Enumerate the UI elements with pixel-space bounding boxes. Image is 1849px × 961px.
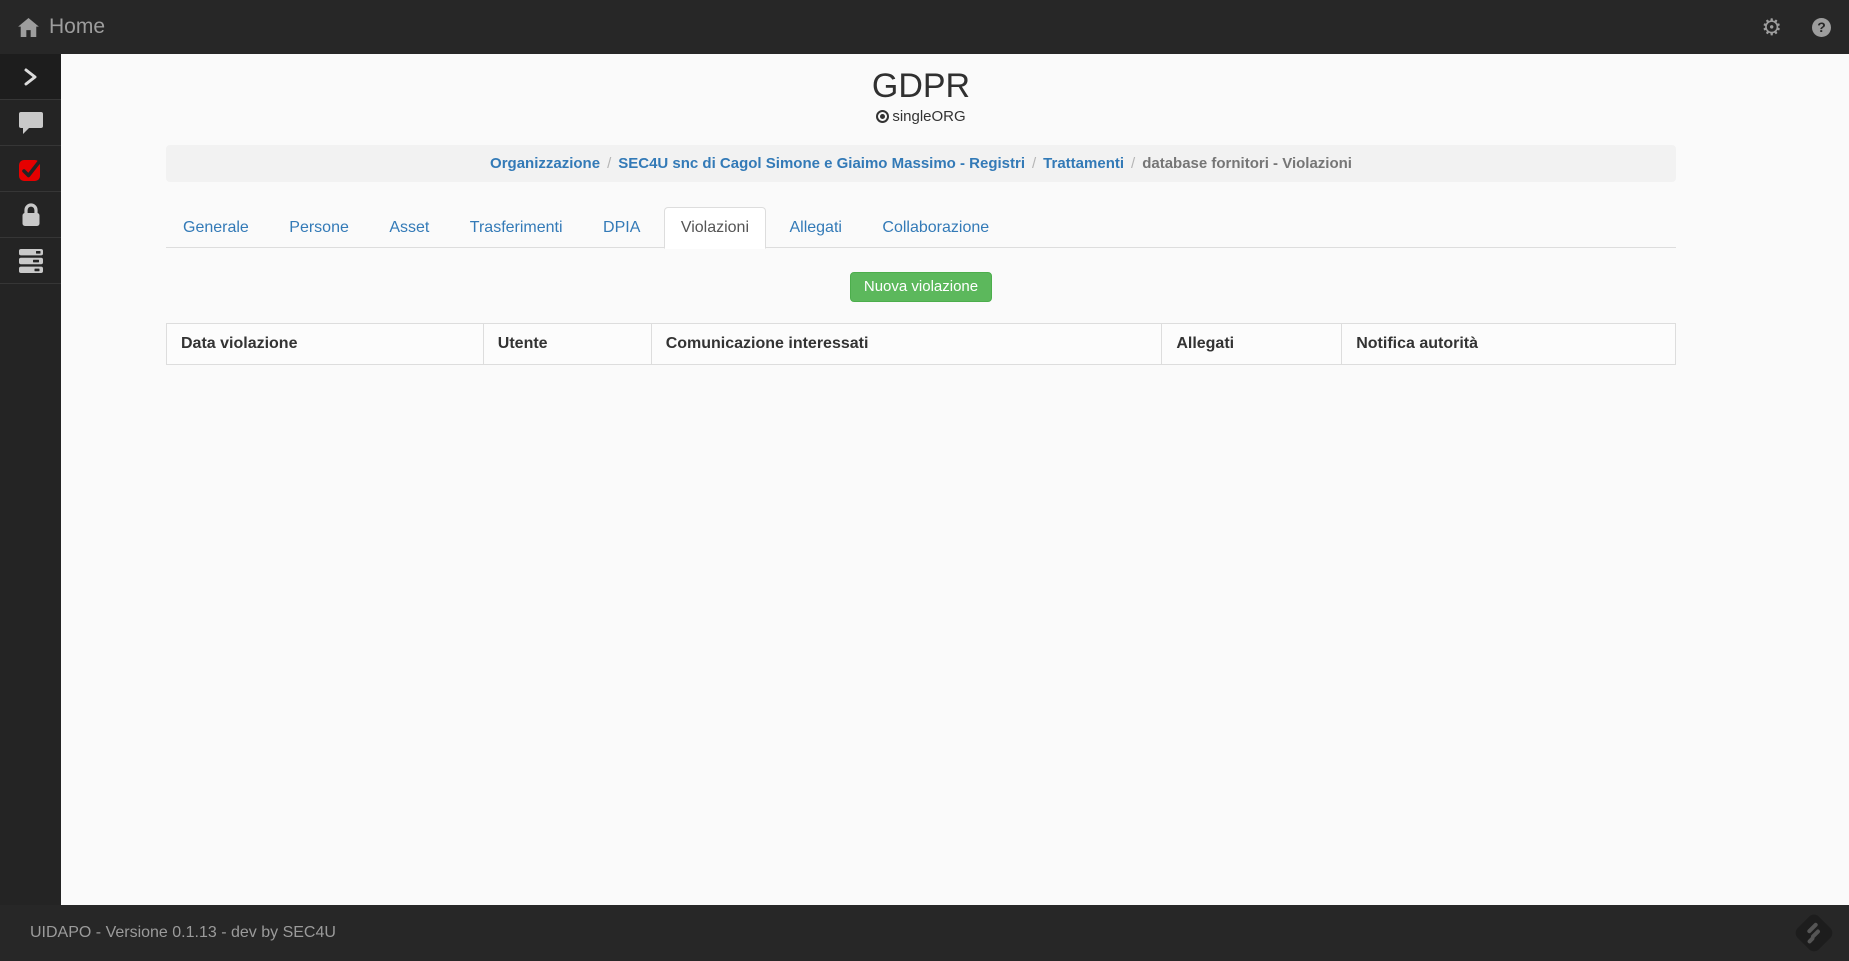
home-icon (18, 17, 39, 37)
check-square-icon (18, 157, 43, 181)
column-comunicazione-interessati: Comunicazione interessati (650, 323, 1163, 365)
top-bar: Home ⚙ ? (0, 0, 1849, 54)
breadcrumb-organizzazione[interactable]: Organizzazione (490, 155, 600, 172)
home-label: Home (49, 15, 106, 38)
breadcrumb-separator: / (1032, 155, 1037, 172)
tab-asset[interactable]: Asset (372, 207, 446, 249)
violations-table: Data violazione Utente Comunicazione int… (166, 323, 1676, 365)
column-allegati: Allegati (1161, 323, 1343, 365)
sidebar (0, 54, 61, 905)
breadcrumb-registri[interactable]: SEC4U snc di Cagol Simone e Giaimo Massi… (618, 155, 1025, 172)
breadcrumb-separator: / (1131, 155, 1136, 172)
column-notifica-autorita: Notifica autorità (1341, 323, 1676, 365)
breadcrumb-trattamenti[interactable]: Trattamenti (1043, 155, 1124, 172)
org-dot-circle-icon (876, 109, 890, 123)
column-utente: Utente (482, 323, 652, 365)
tab-generale[interactable]: Generale (166, 207, 266, 249)
footer: UIDAPO - Versione 0.1.13 - dev by SEC4U (0, 905, 1849, 961)
chat-icon (18, 111, 43, 134)
tab-violazioni[interactable]: Violazioni (663, 207, 767, 249)
help-icon[interactable]: ? (1812, 17, 1831, 37)
settings-gear-icon[interactable]: ⚙ (1761, 15, 1782, 39)
version-label: UIDAPO - Versione 0.1.13 - dev by SEC4U (30, 924, 336, 941)
sidebar-item-messages[interactable] (0, 100, 61, 146)
new-violation-button[interactable]: Nuova violazione (849, 272, 993, 302)
tab-allegati[interactable]: Allegati (772, 207, 858, 249)
tab-dpia[interactable]: DPIA (586, 207, 657, 249)
sidebar-item-security[interactable] (0, 192, 61, 238)
tab-collaborazione[interactable]: Collaborazione (865, 207, 1006, 249)
org-badge: singleORG (892, 107, 966, 125)
tab-trasferimenti[interactable]: Trasferimenti (453, 207, 580, 249)
chevron-right-icon (22, 67, 40, 87)
tab-bar: Generale Persone Asset Trasferimenti DPI… (166, 206, 1676, 249)
sidebar-item-servers[interactable] (0, 238, 61, 284)
sidebar-expand-button[interactable] (0, 54, 61, 100)
breadcrumb: Organizzazione / SEC4U snc di Cagol Simone… (166, 145, 1676, 182)
lock-icon (20, 202, 42, 227)
table-header-row: Data violazione Utente Comunicazione int… (166, 323, 1676, 365)
tab-persone[interactable]: Persone (272, 207, 366, 249)
server-icon (18, 248, 44, 273)
column-data-violazione: Data violazione (166, 323, 484, 365)
main-content: GDPR singleORG Organizzazione / SEC4U snc … (61, 54, 1849, 905)
dev-tool-badge[interactable] (1792, 911, 1836, 955)
sidebar-item-tasks[interactable] (0, 146, 61, 192)
page-title: GDPR (871, 67, 971, 105)
home-link[interactable]: Home (18, 15, 105, 39)
breadcrumb-separator: / (607, 155, 612, 172)
breadcrumb-current: database fornitori - Violazioni (1142, 155, 1352, 172)
